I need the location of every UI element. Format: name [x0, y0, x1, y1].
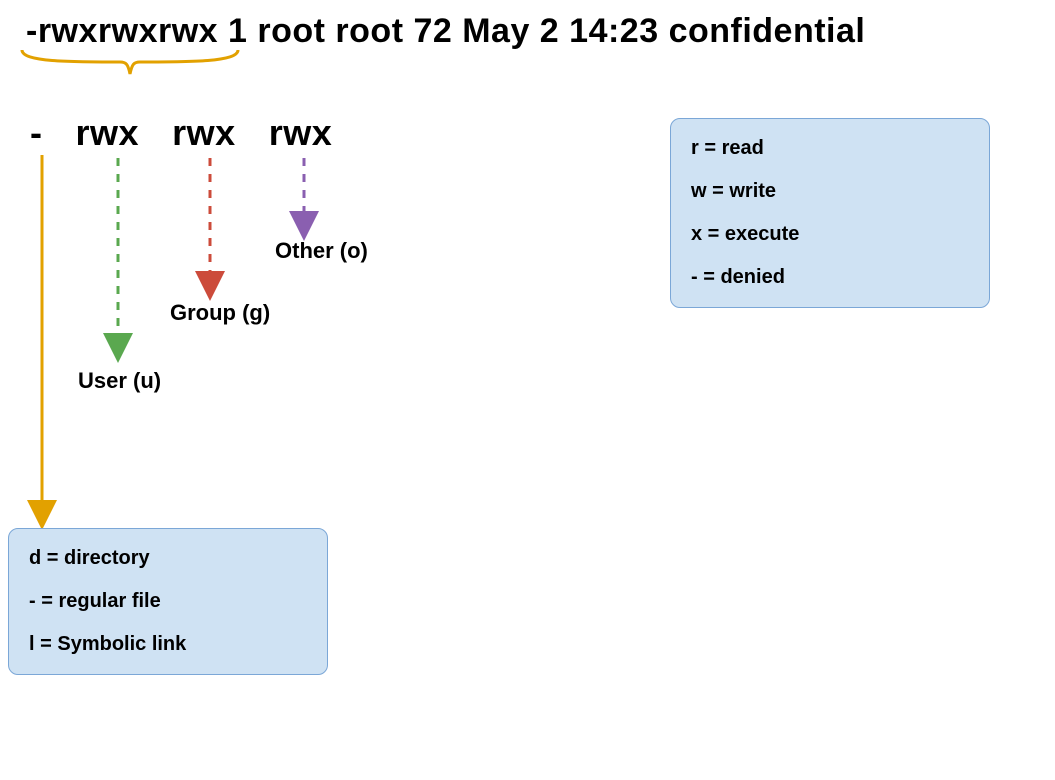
group-label: Group (g): [170, 300, 270, 326]
legend-row: w = write: [691, 180, 969, 203]
legend-row: - = regular file: [29, 590, 307, 613]
other-label: Other (o): [275, 238, 368, 264]
brace-icon: [20, 48, 240, 78]
permission-legend-box: r = read w = write x = execute - = denie…: [670, 118, 990, 308]
legend-row: l = Symbolic link: [29, 633, 307, 656]
user-perms: rwx: [76, 112, 140, 154]
group-arrow-icon: [202, 158, 222, 298]
type-char: -: [30, 112, 43, 154]
legend-row: d = directory: [29, 547, 307, 570]
permission-breakdown: - rwx rwx rwx: [30, 112, 332, 154]
other-arrow-icon: [296, 158, 316, 238]
other-perms: rwx: [269, 112, 333, 154]
user-label: User (u): [78, 368, 161, 394]
user-arrow-icon: [110, 158, 130, 358]
legend-row: - = denied: [691, 266, 969, 289]
legend-row: r = read: [691, 137, 969, 160]
group-perms: rwx: [172, 112, 236, 154]
legend-row: x = execute: [691, 223, 969, 246]
type-legend-box: d = directory - = regular file l = Symbo…: [8, 528, 328, 675]
ls-output-line: -rwxrwxrwx 1 root root 72 May 2 14:23 co…: [26, 12, 865, 51]
type-arrow-icon: [34, 155, 54, 525]
